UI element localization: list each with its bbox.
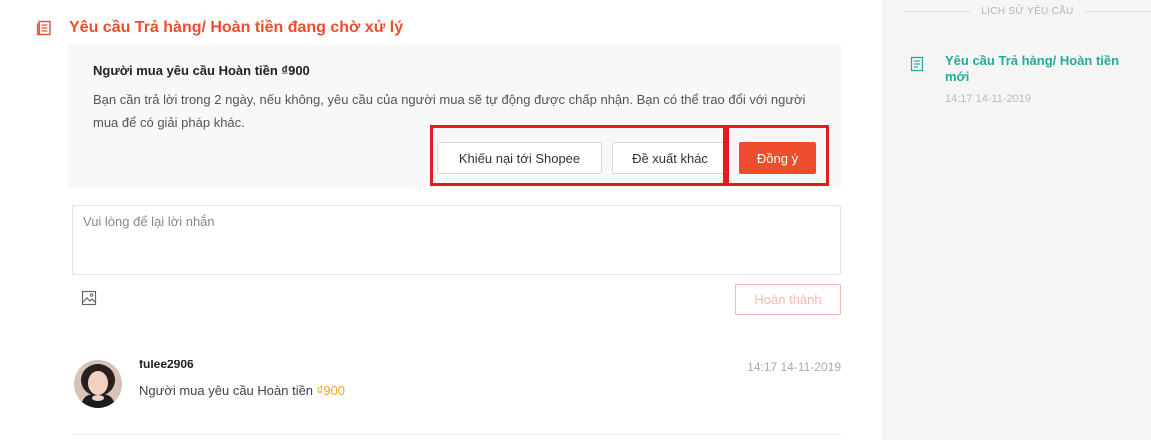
- page-title: Yêu cầu Trả hàng/ Hoàn tiền đang chờ xử …: [69, 19, 404, 36]
- history-item-message: Người mua yêu cầu Hoàn tiền: [139, 383, 314, 398]
- page: Yêu cầu Trả hàng/ Hoàn tiền đang chờ xử …: [0, 0, 1151, 440]
- history-item-time: 14:17 14-11-2019: [747, 360, 841, 374]
- avatar: [74, 360, 122, 408]
- divider: [1083, 10, 1151, 12]
- sidebar-header: LỊCH SỬ YÊU CẦU: [904, 4, 1151, 18]
- sidebar-title: LỊCH SỬ YÊU CẦU: [981, 5, 1074, 17]
- image-icon[interactable]: [81, 290, 97, 306]
- divider: [72, 434, 841, 435]
- highlight-box-left: [430, 125, 726, 186]
- request-history-sidebar: LỊCH SỬ YÊU CẦU Yêu cầu Trả hàng/ Hoàn t…: [882, 0, 1151, 440]
- request-title: Người mua yêu cầu Hoàn tiền ₫900: [93, 63, 310, 78]
- divider: [904, 10, 972, 12]
- submit-button[interactable]: Hoàn thành: [735, 284, 841, 315]
- message-input[interactable]: [72, 205, 841, 275]
- history-entry-title[interactable]: Yêu cầu Trả hàng/ Hoàn tiền mới: [945, 53, 1145, 85]
- highlight-box-right: [726, 125, 829, 186]
- page-header: Yêu cầu Trả hàng/ Hoàn tiền đang chờ xử …: [36, 17, 403, 39]
- document-icon: [910, 56, 924, 72]
- history-item-text: Người mua yêu cầu Hoàn tiền ₫900: [139, 383, 345, 398]
- username: fulee2906: [139, 360, 194, 371]
- history-entry-time: 14:17 14-11-2019: [945, 93, 1032, 105]
- history-item-amount: ₫900: [316, 383, 346, 398]
- document-icon: [36, 20, 51, 36]
- history-item: fulee2906 14:17 14-11-2019 Người mua yêu…: [72, 355, 841, 415]
